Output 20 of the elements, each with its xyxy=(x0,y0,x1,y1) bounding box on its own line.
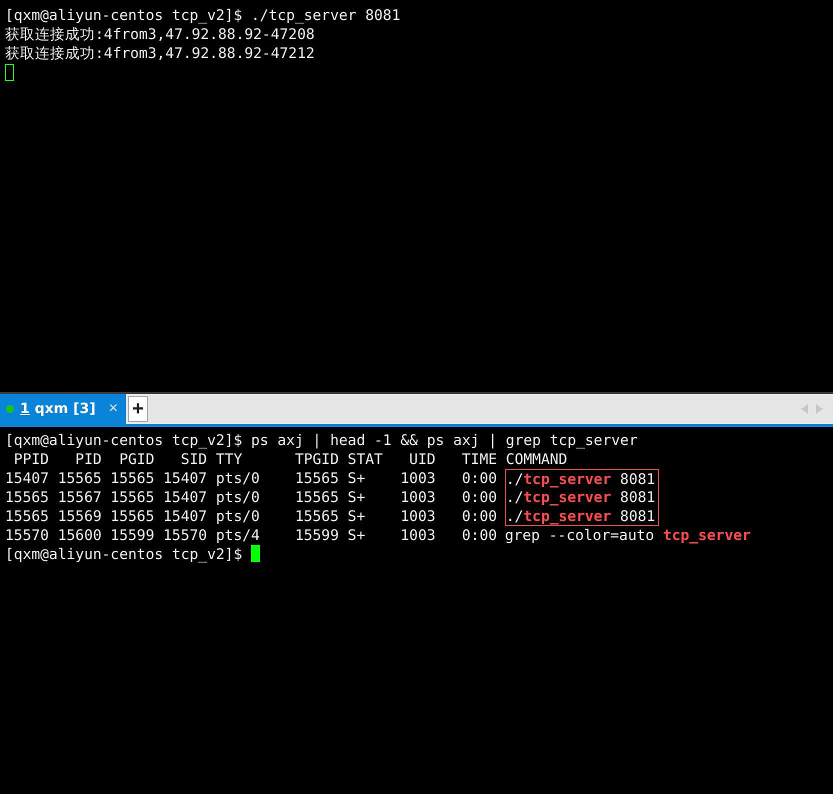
process-command: grep --color=auto tcp_server xyxy=(504,526,752,545)
process-fields: 15565 15569 15565 15407 pts/0 15565 S+ 1003 0:00 xyxy=(5,507,506,526)
process-fields: 15570 15600 15599 15570 pts/4 15599 S+ 1003 0:00 xyxy=(5,526,506,545)
terminal-line: 获取连接成功:4from3,47.92.88.92-47208 xyxy=(5,25,316,44)
terminal-line: [qxm@aliyun-centos tcp_v2]$ ./tcp_server 8081 xyxy=(5,6,402,25)
table-header: PPID PID PGID SID TTY TPGID STAT UID TIME COMMAND xyxy=(12,450,568,469)
scroll-right-icon[interactable] xyxy=(816,404,823,414)
process-command: ./tcp_server 8081 xyxy=(504,469,660,488)
process-command: ./tcp_server 8081 xyxy=(504,488,660,507)
process-command: ./tcp_server 8081 xyxy=(504,507,660,526)
process-fields: 15407 15565 15565 15407 pts/0 15565 S+ 1003 0:00 xyxy=(5,469,506,488)
terminal-line: [qxm@aliyun-centos tcp_v2]$ ps axj | head -1 && ps axj | grep tcp_server xyxy=(5,431,639,450)
process-fields: 15565 15567 15565 15407 pts/0 15565 S+ 1003 0:00 xyxy=(5,488,506,507)
status-dot xyxy=(6,405,14,413)
new-tab-button[interactable]: + xyxy=(128,396,148,422)
terminal-tab[interactable]: 1 qxm [3] × xyxy=(0,394,126,424)
terminal-line: 获取连接成功:4from3,47.92.88.92-47212 xyxy=(5,44,316,63)
scroll-left-icon[interactable] xyxy=(801,404,808,414)
terminal-prompt: [qxm@aliyun-centos tcp_v2]$ xyxy=(5,545,244,564)
close-button[interactable]: × xyxy=(108,400,118,418)
